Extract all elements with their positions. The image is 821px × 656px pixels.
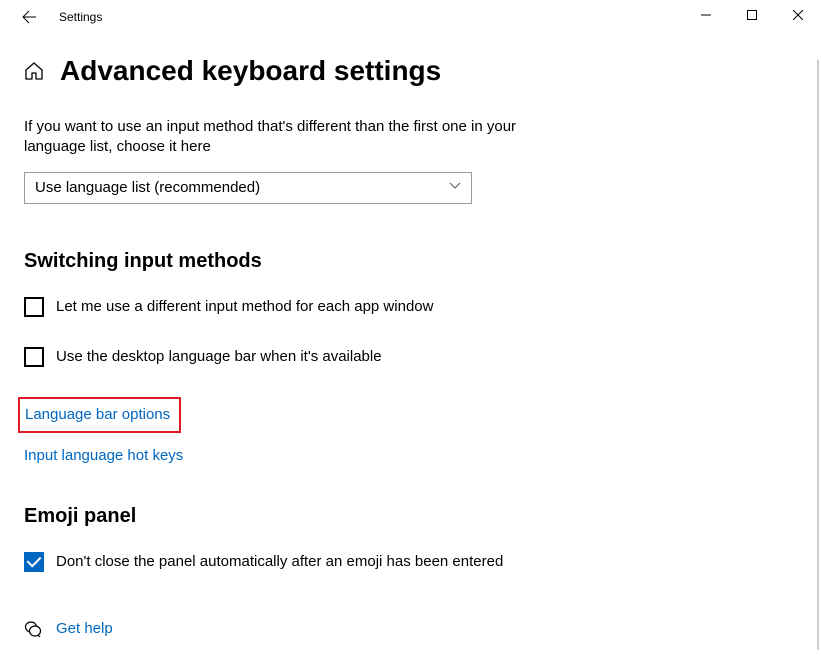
checkbox-desktop-langbar-label: Use the desktop language bar when it's a… (56, 348, 382, 365)
arrow-left-icon (21, 9, 37, 25)
input-language-hotkeys-link[interactable]: Input language hot keys (24, 447, 183, 464)
scrollbar[interactable] (817, 60, 819, 650)
content-area: Advanced keyboard settings If you want t… (0, 33, 821, 638)
checkbox-row-desktop-langbar: Use the desktop language bar when it's a… (24, 347, 797, 367)
chevron-down-icon (449, 182, 461, 193)
checkbox-row-emoji-panel: Don't close the panel automatically afte… (24, 552, 797, 572)
window-controls (683, 0, 821, 30)
checkbox-desktop-langbar[interactable] (24, 347, 44, 367)
minimize-icon (701, 10, 711, 20)
dropdown-value: Use language list (recommended) (35, 179, 260, 196)
home-icon[interactable] (24, 61, 44, 81)
get-help-row: Get help (24, 620, 797, 638)
maximize-icon (747, 10, 757, 20)
input-method-description: If you want to use an input method that'… (24, 117, 554, 158)
switching-section-title: Switching input methods (24, 250, 797, 273)
get-help-link[interactable]: Get help (56, 620, 113, 637)
emoji-section-title: Emoji panel (24, 505, 797, 528)
minimize-button[interactable] (683, 0, 729, 30)
checkbox-emoji-label: Don't close the panel automatically afte… (56, 553, 503, 570)
input-method-dropdown[interactable]: Use language list (recommended) (24, 172, 472, 204)
maximize-button[interactable] (729, 0, 775, 30)
checkbox-emoji-stay-open[interactable] (24, 552, 44, 572)
back-button[interactable] (9, 0, 49, 33)
language-bar-options-link[interactable]: Language bar options (25, 406, 170, 423)
highlighted-annotation: Language bar options (18, 397, 181, 433)
close-icon (793, 10, 803, 20)
checkbox-per-app-label: Let me use a different input method for … (56, 298, 433, 315)
checkbox-row-per-app: Let me use a different input method for … (24, 297, 797, 317)
page-header: Advanced keyboard settings (24, 55, 797, 87)
checkbox-per-app-window[interactable] (24, 297, 44, 317)
page-title: Advanced keyboard settings (60, 55, 441, 87)
help-icon (24, 620, 42, 638)
close-button[interactable] (775, 0, 821, 30)
window-title: Settings (59, 10, 102, 24)
